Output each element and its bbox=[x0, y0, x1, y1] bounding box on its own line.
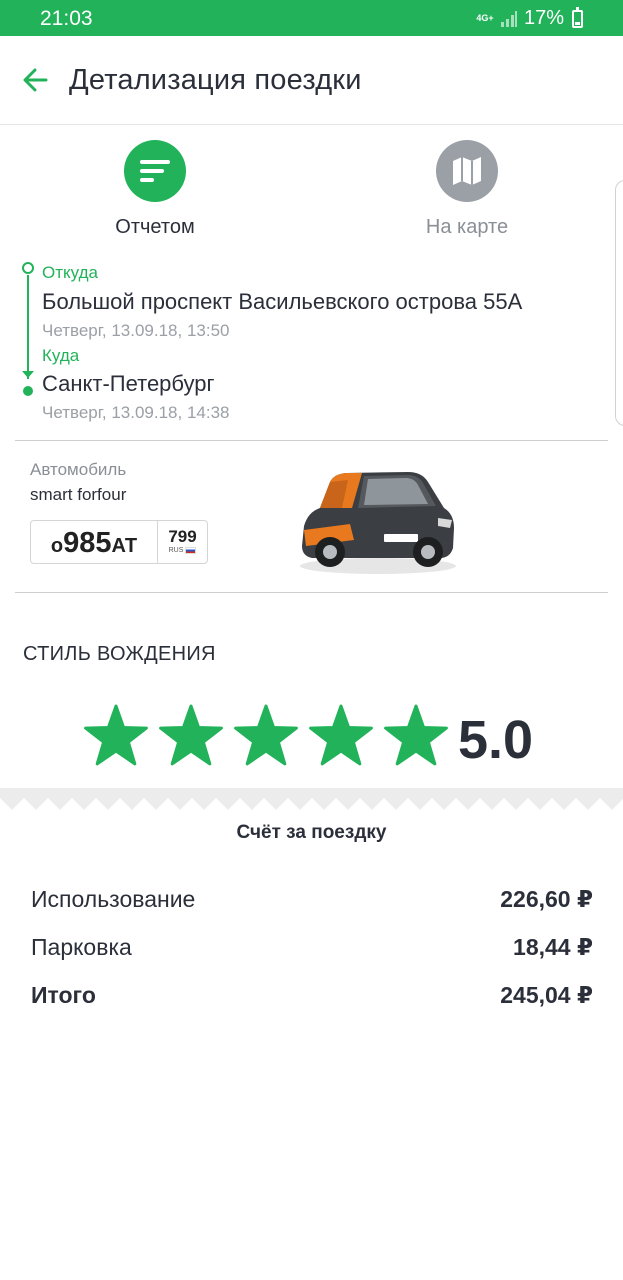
bill-row-label: Парковка bbox=[31, 934, 132, 960]
bill-row-label: Использование bbox=[31, 886, 196, 912]
plate-region: 799 RUS bbox=[168, 527, 197, 554]
from-address: Большой проспект Васильевского острова 5… bbox=[42, 289, 523, 314]
battery-icon bbox=[572, 6, 583, 28]
star-icon bbox=[309, 704, 373, 766]
plate-number: о 985 АТ bbox=[31, 521, 158, 563]
route-start-dot bbox=[22, 262, 34, 274]
bill-row-amount: 245,04 ₽ bbox=[500, 982, 593, 1008]
divider bbox=[15, 440, 608, 441]
status-bar: 21:03 4G+ 17% bbox=[0, 0, 623, 36]
back-button[interactable] bbox=[18, 62, 54, 98]
bill-row-total: Итого 245,04 ₽ bbox=[31, 982, 593, 1009]
battery-percent: 17% bbox=[523, 7, 564, 29]
route-arrow-icon bbox=[22, 371, 34, 378]
to-label: Куда bbox=[42, 346, 80, 365]
list-icon bbox=[140, 160, 170, 182]
rating-stars bbox=[83, 703, 449, 769]
from-time: Четверг, 13.09.18, 13:50 bbox=[42, 321, 230, 340]
status-time: 21:03 bbox=[40, 7, 93, 30]
arrow-left-icon bbox=[23, 68, 48, 92]
tab-report-label: Отчетом bbox=[115, 216, 195, 238]
side-panel-edge[interactable] bbox=[615, 180, 623, 426]
tab-map-label: На карте bbox=[425, 216, 509, 238]
star-icon bbox=[159, 704, 223, 766]
bill-row-usage: Использование 226,60 ₽ bbox=[31, 886, 593, 913]
report-tab-circle bbox=[124, 140, 186, 202]
to-time: Четверг, 13.09.18, 14:38 bbox=[42, 403, 230, 422]
route-end-dot bbox=[23, 386, 33, 396]
status-indicators: 4G+ 17% bbox=[476, 6, 583, 30]
bill-row-amount: 226,60 ₽ bbox=[500, 886, 593, 912]
driving-style-title: СТИЛЬ ВОЖДЕНИЯ bbox=[23, 643, 216, 665]
star-icon bbox=[234, 704, 298, 766]
divider bbox=[15, 592, 608, 593]
route-line bbox=[27, 275, 29, 379]
map-tab-circle bbox=[436, 140, 498, 202]
network-type-icon: 4G+ bbox=[476, 13, 494, 23]
to-address: Санкт-Петербург bbox=[42, 371, 215, 396]
from-label: Откуда bbox=[42, 263, 98, 282]
car-caption: Автомобиль bbox=[30, 460, 127, 479]
star-icon bbox=[84, 704, 148, 766]
app-bar: Детализация поездки bbox=[0, 36, 623, 125]
bill-row-amount: 18,44 ₽ bbox=[513, 934, 593, 960]
russia-flag-icon bbox=[185, 547, 197, 554]
signal-icon bbox=[500, 10, 517, 27]
car-model: smart forfour bbox=[30, 485, 127, 504]
page-title: Детализация поездки bbox=[69, 64, 362, 96]
map-icon bbox=[453, 157, 481, 185]
car-image bbox=[300, 472, 456, 574]
bill-row-label: Итого bbox=[31, 982, 96, 1008]
license-plate: о 985 АТ 799 RUS bbox=[30, 520, 208, 564]
rating-value: 5.0 bbox=[458, 710, 534, 770]
star-icon bbox=[384, 704, 448, 766]
tab-report[interactable]: Отчетом bbox=[75, 140, 235, 239]
tab-map[interactable]: На карте bbox=[387, 140, 547, 239]
bill-title: Счёт за поездку bbox=[236, 822, 387, 843]
receipt-edge bbox=[0, 788, 623, 810]
bill-section: Счёт за поездку Использование 226,60 ₽ П… bbox=[0, 810, 623, 1280]
bill-row-parking: Парковка 18,44 ₽ bbox=[31, 934, 593, 961]
